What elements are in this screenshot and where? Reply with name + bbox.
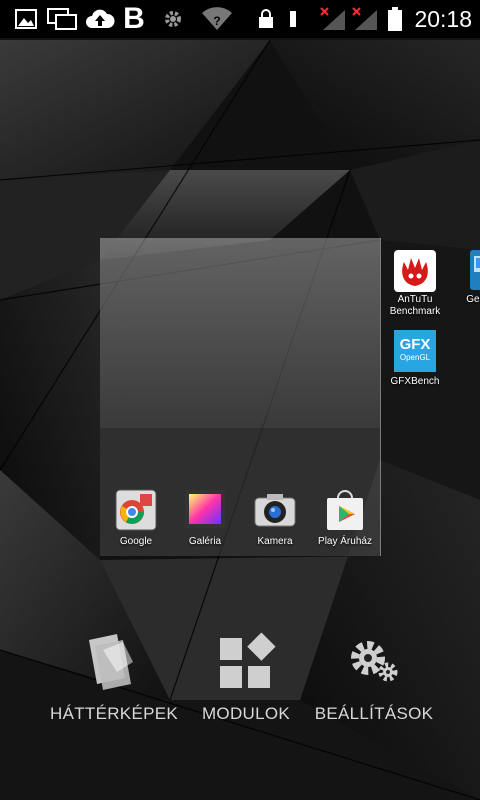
app-google-folder[interactable]: Google <box>98 488 174 547</box>
app-play-store[interactable]: Play Áruház <box>307 488 383 547</box>
screen-mirror-icon <box>46 0 78 38</box>
svg-text:?: ? <box>213 14 220 28</box>
settings-button[interactable]: BEÁLLÍTÁSOK <box>314 630 434 724</box>
gfxbench-icon: GFX OpenGL <box>394 330 436 372</box>
app-label: Galéria <box>188 536 222 547</box>
app-gallery[interactable]: Galéria <box>167 488 243 547</box>
app-label: Kamera <box>257 536 293 547</box>
settings-icon <box>314 630 434 694</box>
image-icon <box>12 0 40 38</box>
app-camera[interactable]: Kamera <box>237 488 313 547</box>
antutu-icon <box>394 250 436 292</box>
gallery-icon <box>183 488 227 532</box>
app-label: AnTuTu Benchmark <box>389 294 441 317</box>
wallpapers-icon <box>50 630 176 694</box>
battery-icon <box>386 0 404 38</box>
camera-icon <box>253 488 297 532</box>
google-folder-icon <box>114 488 158 532</box>
cloud-upload-icon <box>84 0 116 38</box>
clock: 20:18 <box>414 6 472 32</box>
geekbench-icon <box>460 250 480 292</box>
lock-icon <box>256 0 276 38</box>
wallpapers-button[interactable]: HÁTTÉRKÉPEK <box>50 630 178 724</box>
signal-no-service-icon <box>350 0 380 38</box>
app-gfxbench[interactable]: GFX OpenGL GFXBench <box>382 330 448 388</box>
opengl-icon-text: OpenGL <box>399 353 431 362</box>
option-label: BEÁLLÍTÁSOK <box>314 704 434 723</box>
app-antutu[interactable]: AnTuTu Benchmark <box>382 250 448 318</box>
vibrate-icon <box>286 0 300 38</box>
gfx-icon-text: GFX <box>399 336 431 353</box>
app-label: Play Áruház <box>318 536 372 547</box>
gear-icon <box>160 0 186 38</box>
b-icon: B <box>123 2 145 35</box>
widgets-button[interactable]: MODULOK <box>196 630 296 724</box>
option-label: HÁTTÉRKÉPEK <box>50 704 178 723</box>
wifi-icon: ? <box>200 0 234 38</box>
option-label: MODULOK <box>201 704 291 723</box>
play-store-icon <box>323 488 367 532</box>
app-label: Geekb <box>466 294 480 305</box>
app-geekbench[interactable]: Geekb <box>448 250 480 306</box>
app-label: Google <box>119 536 153 547</box>
app-label: GFXBench <box>390 376 440 387</box>
widgets-icon <box>196 630 296 694</box>
status-bar: B ? 20:18 <box>0 0 480 38</box>
signal-no-service-icon <box>318 0 348 38</box>
